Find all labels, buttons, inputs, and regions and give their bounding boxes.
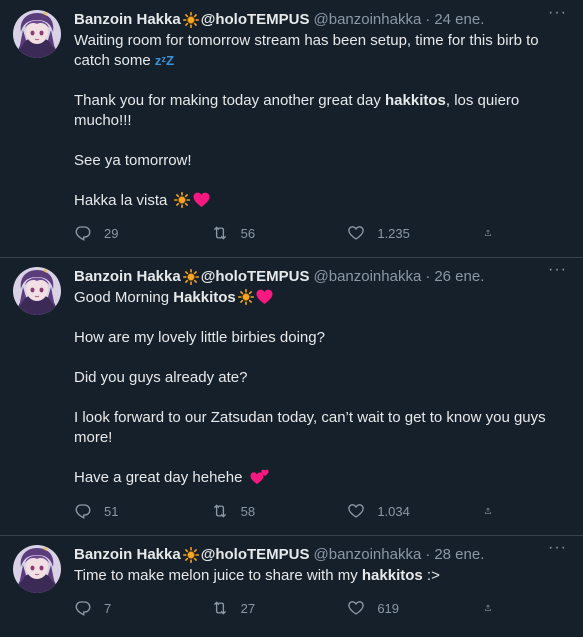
like-icon bbox=[347, 599, 365, 617]
share-icon bbox=[484, 502, 492, 520]
author-handle[interactable]: @banzoinhakka bbox=[314, 267, 422, 287]
hashtag-text: hakkitos bbox=[385, 92, 446, 109]
sun-emoji-icon bbox=[238, 289, 254, 305]
more-options-icon[interactable]: ··· bbox=[548, 539, 567, 557]
like-button[interactable]: 1.034 bbox=[347, 502, 457, 520]
tweet-line: Waiting room for tomorrow stream has bee… bbox=[74, 32, 539, 69]
tweet[interactable]: Banzoin Hakka @holoTEMPUS @banzoinhakka … bbox=[0, 0, 583, 258]
tweet-header: Banzoin Hakka @holoTEMPUS @banzoinhakka … bbox=[74, 267, 571, 287]
retweet-count: 27 bbox=[240, 600, 256, 616]
separator-dot: · bbox=[425, 268, 431, 285]
avatar[interactable] bbox=[13, 267, 61, 315]
tweet-actions: 51 58 1.034 bbox=[74, 502, 504, 520]
reply-icon bbox=[74, 599, 92, 617]
author-tag: @holoTEMPUS bbox=[200, 268, 310, 285]
like-button[interactable]: 1.235 bbox=[347, 224, 457, 242]
share-icon bbox=[484, 599, 492, 617]
tweet-line: Good Morning bbox=[74, 289, 174, 306]
tweet-line: Have a great day hehehe bbox=[74, 469, 247, 486]
tweet-actions: 29 56 1.235 bbox=[74, 224, 504, 242]
author-handle[interactable]: @banzoinhakka bbox=[314, 10, 422, 30]
like-icon bbox=[347, 224, 365, 242]
tweet-text: Time to make melon juice to share with m… bbox=[74, 566, 571, 586]
tweet[interactable]: Banzoin Hakka @holoTEMPUS @banzoinhakka … bbox=[0, 258, 583, 536]
author-tag: @holoTEMPUS bbox=[200, 546, 310, 563]
tweet-line: Hakka la vista bbox=[74, 192, 172, 209]
retweet-button[interactable]: 58 bbox=[211, 502, 321, 520]
retweet-count: 56 bbox=[240, 225, 256, 241]
author-name[interactable]: Banzoin Hakka bbox=[74, 10, 181, 30]
reply-icon bbox=[74, 502, 92, 520]
like-count: 1.235 bbox=[377, 225, 410, 241]
tweet[interactable]: Banzoin Hakka @holoTEMPUS @banzoinhakka … bbox=[0, 536, 583, 637]
tweet-line: Did you guys already ate? bbox=[74, 369, 248, 386]
hashtag-text: hakkitos bbox=[361, 567, 423, 584]
tweet-line: I look forward to our Zatsudan today, ca… bbox=[74, 409, 546, 446]
retweet-button[interactable]: 56 bbox=[211, 224, 321, 242]
tweet-header: Banzoin Hakka @holoTEMPUS @banzoinhakka … bbox=[74, 10, 571, 30]
like-icon bbox=[347, 502, 365, 520]
more-options-icon[interactable]: ··· bbox=[548, 4, 567, 22]
like-count: 619 bbox=[377, 600, 400, 616]
retweet-button[interactable]: 27 bbox=[211, 599, 321, 617]
sun-emoji-icon bbox=[183, 269, 199, 285]
sun-emoji-icon bbox=[174, 192, 190, 208]
tweet-line: Time to make melon juice to share with m… bbox=[74, 567, 362, 584]
sun-emoji-icon bbox=[183, 12, 199, 28]
like-button[interactable]: 619 bbox=[347, 599, 457, 617]
separator-dot: · bbox=[425, 11, 431, 28]
tweet-line: See ya tomorrow! bbox=[74, 152, 192, 169]
share-button[interactable] bbox=[484, 224, 504, 242]
retweet-icon bbox=[211, 502, 229, 520]
author-name[interactable]: Banzoin Hakka bbox=[74, 545, 181, 565]
heart-emoji-icon bbox=[193, 192, 210, 208]
reply-count: 7 bbox=[104, 600, 112, 616]
author-handle[interactable]: @banzoinhakka bbox=[314, 545, 422, 565]
author-tag: @holoTEMPUS bbox=[200, 11, 310, 28]
sun-emoji-icon bbox=[183, 547, 199, 563]
tweet-date[interactable]: 28 ene. bbox=[434, 545, 484, 565]
two-hearts-emoji-icon bbox=[250, 469, 270, 485]
tweet-line: How are my lovely little birbies doing? bbox=[74, 329, 325, 346]
avatar[interactable] bbox=[13, 10, 61, 58]
retweet-icon bbox=[211, 599, 229, 617]
reply-button[interactable]: 29 bbox=[74, 224, 184, 242]
tweet-text: Waiting room for tomorrow stream has bee… bbox=[74, 31, 571, 211]
share-icon bbox=[484, 224, 492, 242]
reply-count: 29 bbox=[104, 225, 119, 241]
separator-dot: · bbox=[425, 546, 431, 563]
more-options-icon[interactable]: ··· bbox=[548, 261, 567, 279]
reply-count: 51 bbox=[104, 503, 119, 519]
like-count: 1.034 bbox=[377, 503, 410, 519]
tweet-line: Thank you for making today another great… bbox=[74, 92, 386, 109]
share-button[interactable] bbox=[484, 502, 504, 520]
retweet-count: 58 bbox=[240, 503, 256, 519]
heart-emoji-icon bbox=[256, 289, 273, 305]
tweet-header: Banzoin Hakka @holoTEMPUS @banzoinhakka … bbox=[74, 545, 571, 565]
tweet-date[interactable]: 26 ene. bbox=[434, 267, 484, 287]
tweet-actions: 7 27 619 bbox=[74, 599, 504, 617]
tweet-date[interactable]: 24 ene. bbox=[434, 10, 484, 30]
hashtag-text: Hakkitos bbox=[173, 289, 236, 306]
reply-button[interactable]: 7 bbox=[74, 599, 184, 617]
share-button[interactable] bbox=[484, 599, 504, 617]
reply-icon bbox=[74, 224, 92, 242]
reply-button[interactable]: 51 bbox=[74, 502, 184, 520]
zzz-emoji-icon: zᶻZ bbox=[154, 53, 175, 68]
tweet-text: Good Morning Hakkitos How are my lovely … bbox=[74, 288, 571, 488]
tweet-line: :> bbox=[422, 567, 440, 584]
avatar[interactable] bbox=[13, 545, 61, 593]
retweet-icon bbox=[211, 224, 229, 242]
author-name[interactable]: Banzoin Hakka bbox=[74, 267, 181, 287]
